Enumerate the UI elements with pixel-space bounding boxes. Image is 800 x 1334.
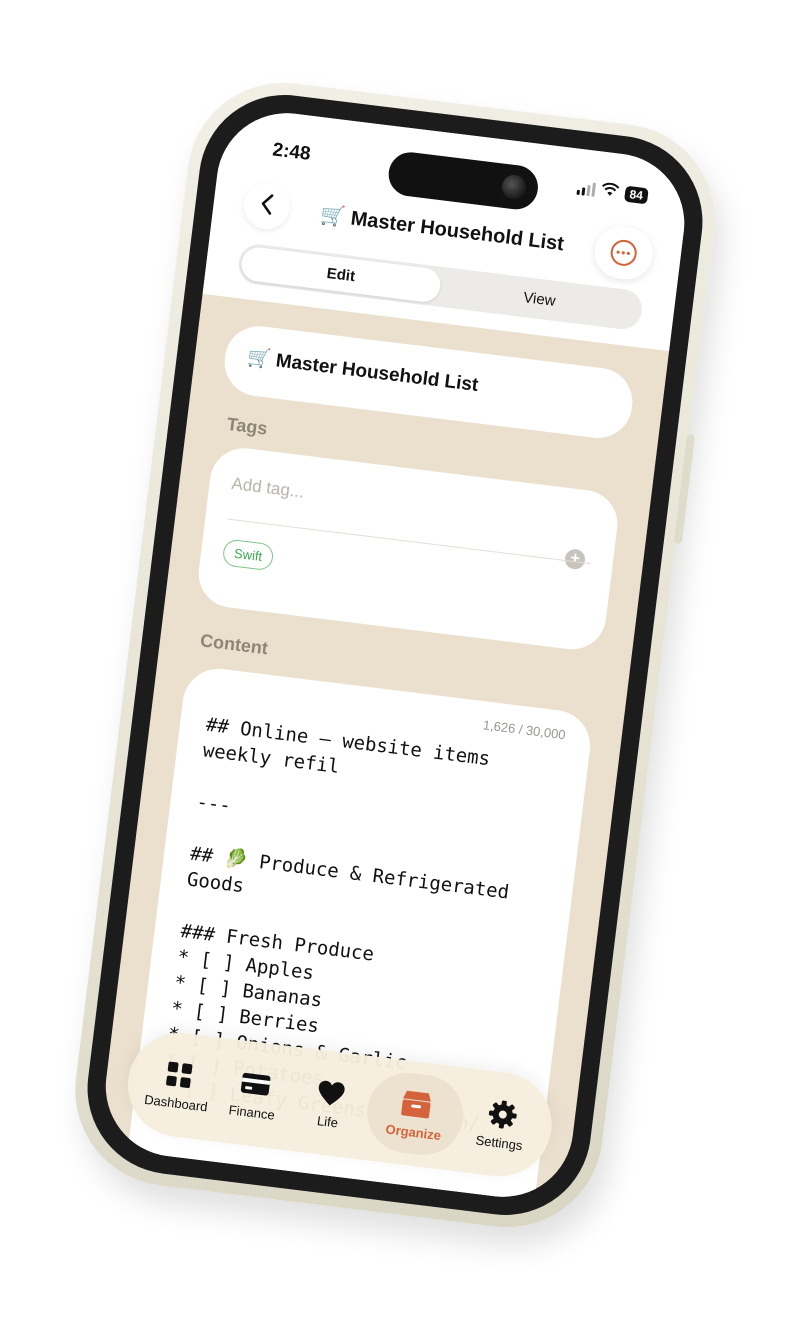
tab-organize[interactable]: Organize [363, 1068, 469, 1160]
tab-label: Settings [474, 1132, 524, 1153]
more-options-button[interactable]: ••• [591, 223, 656, 283]
segment-view[interactable]: View [438, 270, 641, 328]
tab-finance[interactable]: Finance [211, 1050, 296, 1139]
camera-icon [500, 173, 528, 201]
status-indicators: 84 [576, 179, 649, 206]
wifi-icon [600, 182, 620, 202]
back-button[interactable] [241, 180, 293, 232]
signal-icon [576, 181, 596, 197]
tab-label: Finance [227, 1101, 276, 1123]
tags-card: + Swift [194, 444, 622, 654]
grid-icon [163, 1058, 196, 1091]
add-tag-input[interactable] [229, 466, 560, 541]
tab-label: Organize [384, 1120, 442, 1143]
character-count: 1,626 / 30,000 [482, 717, 567, 743]
note-title-field[interactable]: 🛒 Master Household List [220, 322, 637, 442]
tab-label: Life [316, 1112, 339, 1130]
page-title: 🛒 Master Household List [319, 203, 566, 256]
tab-label: Dashboard [143, 1091, 209, 1114]
tab-life[interactable]: Life [287, 1059, 372, 1148]
battery-indicator: 84 [623, 185, 649, 205]
edit-view-segmented-control: Edit View [236, 242, 645, 332]
archive-box-icon [400, 1087, 433, 1120]
ellipsis-icon: ••• [609, 238, 639, 268]
dynamic-island [386, 149, 541, 212]
tags-section-label: Tags [225, 413, 269, 439]
content-section-label: Content [199, 630, 270, 659]
heart-icon [314, 1076, 347, 1109]
tab-dashboard[interactable]: Dashboard [136, 1040, 221, 1129]
chevron-left-icon [258, 190, 276, 222]
segment-edit[interactable]: Edit [239, 245, 443, 304]
phone-device: 2:48 84 🛒 Master Household List ••• Edit… [64, 71, 726, 1239]
tag-chip[interactable]: Swift [221, 538, 275, 572]
plus-icon: + [569, 549, 581, 568]
status-time: 2:48 [271, 139, 312, 165]
tab-settings[interactable]: Settings [459, 1080, 544, 1169]
credit-card-icon [239, 1067, 272, 1100]
gear-icon [486, 1097, 519, 1130]
add-tag-button[interactable]: + [563, 548, 587, 571]
